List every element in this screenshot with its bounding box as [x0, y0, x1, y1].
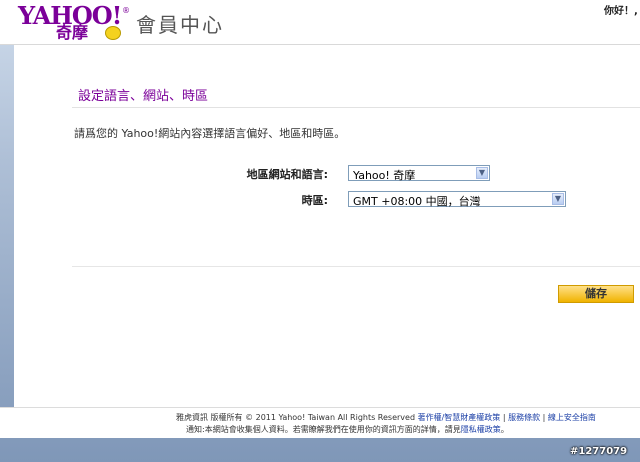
footer-line-notice: 通知:本網站會收集個人資料。若需瞭解我們在使用你的資訊方面的詳情，請見隱私權政策… [186, 424, 509, 435]
privacy-notice-text: 通知:本網站會收集個人資料。若需瞭解我們在使用你的資訊方面的詳情，請見 [186, 425, 461, 434]
page-title: 設定語言、網站、時區 [78, 89, 209, 104]
smiley-icon [105, 26, 121, 40]
privacy-policy-link[interactable]: 隱私權政策 [461, 425, 501, 434]
timezone-label: 時區: [301, 194, 328, 207]
save-button[interactable]: 儲存 [558, 285, 634, 303]
header: YAHOO! ® 奇摩 會員中心 你好！, [0, 0, 640, 45]
page: YAHOO! ® 奇摩 會員中心 你好！, 設定語言、網站、時區 請爲您的 Ya… [0, 0, 640, 462]
safety-guide-link[interactable]: 線上安全指南 [548, 413, 596, 422]
yahoo-kimo-logo[interactable]: YAHOO! ® 奇摩 [18, 4, 130, 42]
timezone-select[interactable]: GMT +08:00 中國，台灣 ▼ [348, 191, 566, 208]
ip-policy-link[interactable]: 著作權/智慧財產權政策 [418, 413, 501, 422]
timezone-select-value: GMT +08:00 中國，台灣 [353, 195, 481, 208]
notice-end: 。 [500, 425, 509, 434]
logo-registered-mark: ® [122, 6, 130, 15]
title-divider [72, 107, 640, 108]
terms-link[interactable]: 服務條款 [508, 413, 540, 422]
logo-kimo-text: 奇摩 [56, 23, 89, 42]
main-content: 設定語言、網站、時區 請爲您的 Yahoo!網站內容選擇語言偏好、地區和時區。 … [14, 45, 640, 407]
region-select-value: Yahoo! 奇摩 [353, 169, 416, 182]
watermark: #1277079 [570, 446, 628, 457]
footer-line-copyright: 雅虎資訊 版權所有 © 2011 Yahoo! Taiwan All Right… [176, 412, 596, 423]
intro-text: 請爲您的 Yahoo!網站內容選擇語言偏好、地區和時區。 [74, 127, 346, 140]
form-divider [72, 266, 640, 267]
region-language-select[interactable]: Yahoo! 奇摩 ▼ [348, 165, 490, 182]
chevron-down-icon[interactable]: ▼ [476, 167, 488, 179]
footer-separator: | [500, 413, 509, 422]
region-label: 地區網站和語言: [246, 168, 328, 181]
site-title: 會員中心 [136, 13, 224, 37]
user-greeting: 你好！, [604, 6, 638, 17]
copyright-text: 雅虎資訊 版權所有 © 2011 Yahoo! Taiwan All Right… [176, 413, 416, 422]
footer: 雅虎資訊 版權所有 © 2011 Yahoo! Taiwan All Right… [0, 407, 640, 438]
footer-separator: | [540, 413, 548, 422]
chevron-down-icon[interactable]: ▼ [552, 193, 564, 205]
